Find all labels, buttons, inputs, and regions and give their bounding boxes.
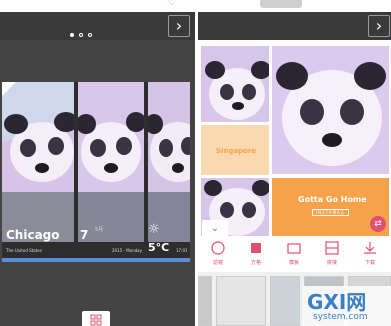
frame-icon (287, 243, 301, 254)
right-screen: › Singapore Gotta Go Home INSTAMAG ⇄ ⌄ 滤… (198, 0, 391, 326)
country-label: The United States (6, 248, 42, 253)
tool-download[interactable]: 下载 (352, 237, 388, 270)
month-label: 5月 (95, 227, 104, 233)
panda-photo (78, 82, 144, 242)
square-icon (251, 243, 261, 253)
instamag-tag: INSTAMAG (312, 209, 349, 216)
watermark-brand: GXI网 (307, 290, 367, 314)
left-screen: ♡ › Chicago The United States 7 5月 2015 … (0, 0, 195, 326)
page-dot[interactable] (88, 33, 92, 37)
tool-grid[interactable]: 拼接 (314, 237, 350, 270)
city-label: Chicago (6, 228, 60, 242)
download-icon (364, 242, 376, 254)
gotta-go-home-label: Gotta Go Home (298, 195, 367, 204)
left-top-bar: ♡ › (0, 0, 195, 40)
layout-grid-button[interactable] (82, 311, 110, 326)
photo-thumbnail[interactable] (216, 276, 266, 326)
right-top-bar: › (198, 0, 391, 40)
day-label: 7 (80, 228, 89, 242)
singapore-label: Singapore (216, 147, 257, 155)
page-dot-active[interactable] (70, 33, 74, 37)
edit-toolbar: 滤镜 方格 模板 拼接 下载 (198, 237, 391, 270)
sun-icon: ☼ (148, 222, 160, 237)
time-label: 17:01 (176, 248, 188, 253)
next-button[interactable]: › (168, 15, 190, 37)
page-dots (70, 33, 100, 39)
left-top-heart-icon: ♡ (168, 0, 176, 7)
corner-fold-icon (2, 82, 16, 96)
collapse-toolbar-button[interactable]: ⌄ (202, 220, 228, 237)
photo-thumbnail[interactable] (270, 276, 300, 326)
watermark-logo: GXI网 system.com (303, 286, 391, 326)
filter-icon (211, 241, 225, 255)
top-handle (260, 0, 302, 8)
singapore-tile[interactable]: Singapore (201, 125, 269, 175)
photo-thumbnail[interactable] (198, 276, 212, 326)
panda-photo (2, 82, 74, 242)
panda-tile-small[interactable] (201, 46, 269, 122)
gotta-go-home-tile[interactable]: Gotta Go Home INSTAMAG ⇄ (272, 178, 389, 236)
date-label: 2015 - Monday (112, 248, 142, 253)
page-dot[interactable] (79, 33, 83, 37)
tool-frame[interactable]: 模板 (276, 237, 312, 270)
tool-square[interactable]: 方格 (238, 237, 274, 270)
tool-filter[interactable]: 滤镜 (200, 237, 236, 270)
swap-icon[interactable]: ⇄ (370, 216, 386, 232)
panda-tile-large[interactable] (272, 46, 389, 174)
panda-photo (148, 82, 190, 242)
grid-icon (325, 241, 339, 255)
temperature-label: 5°C (148, 241, 170, 254)
next-button[interactable]: › (368, 15, 390, 37)
caption-bar (2, 258, 190, 262)
watermark-url: system.com (313, 312, 368, 322)
